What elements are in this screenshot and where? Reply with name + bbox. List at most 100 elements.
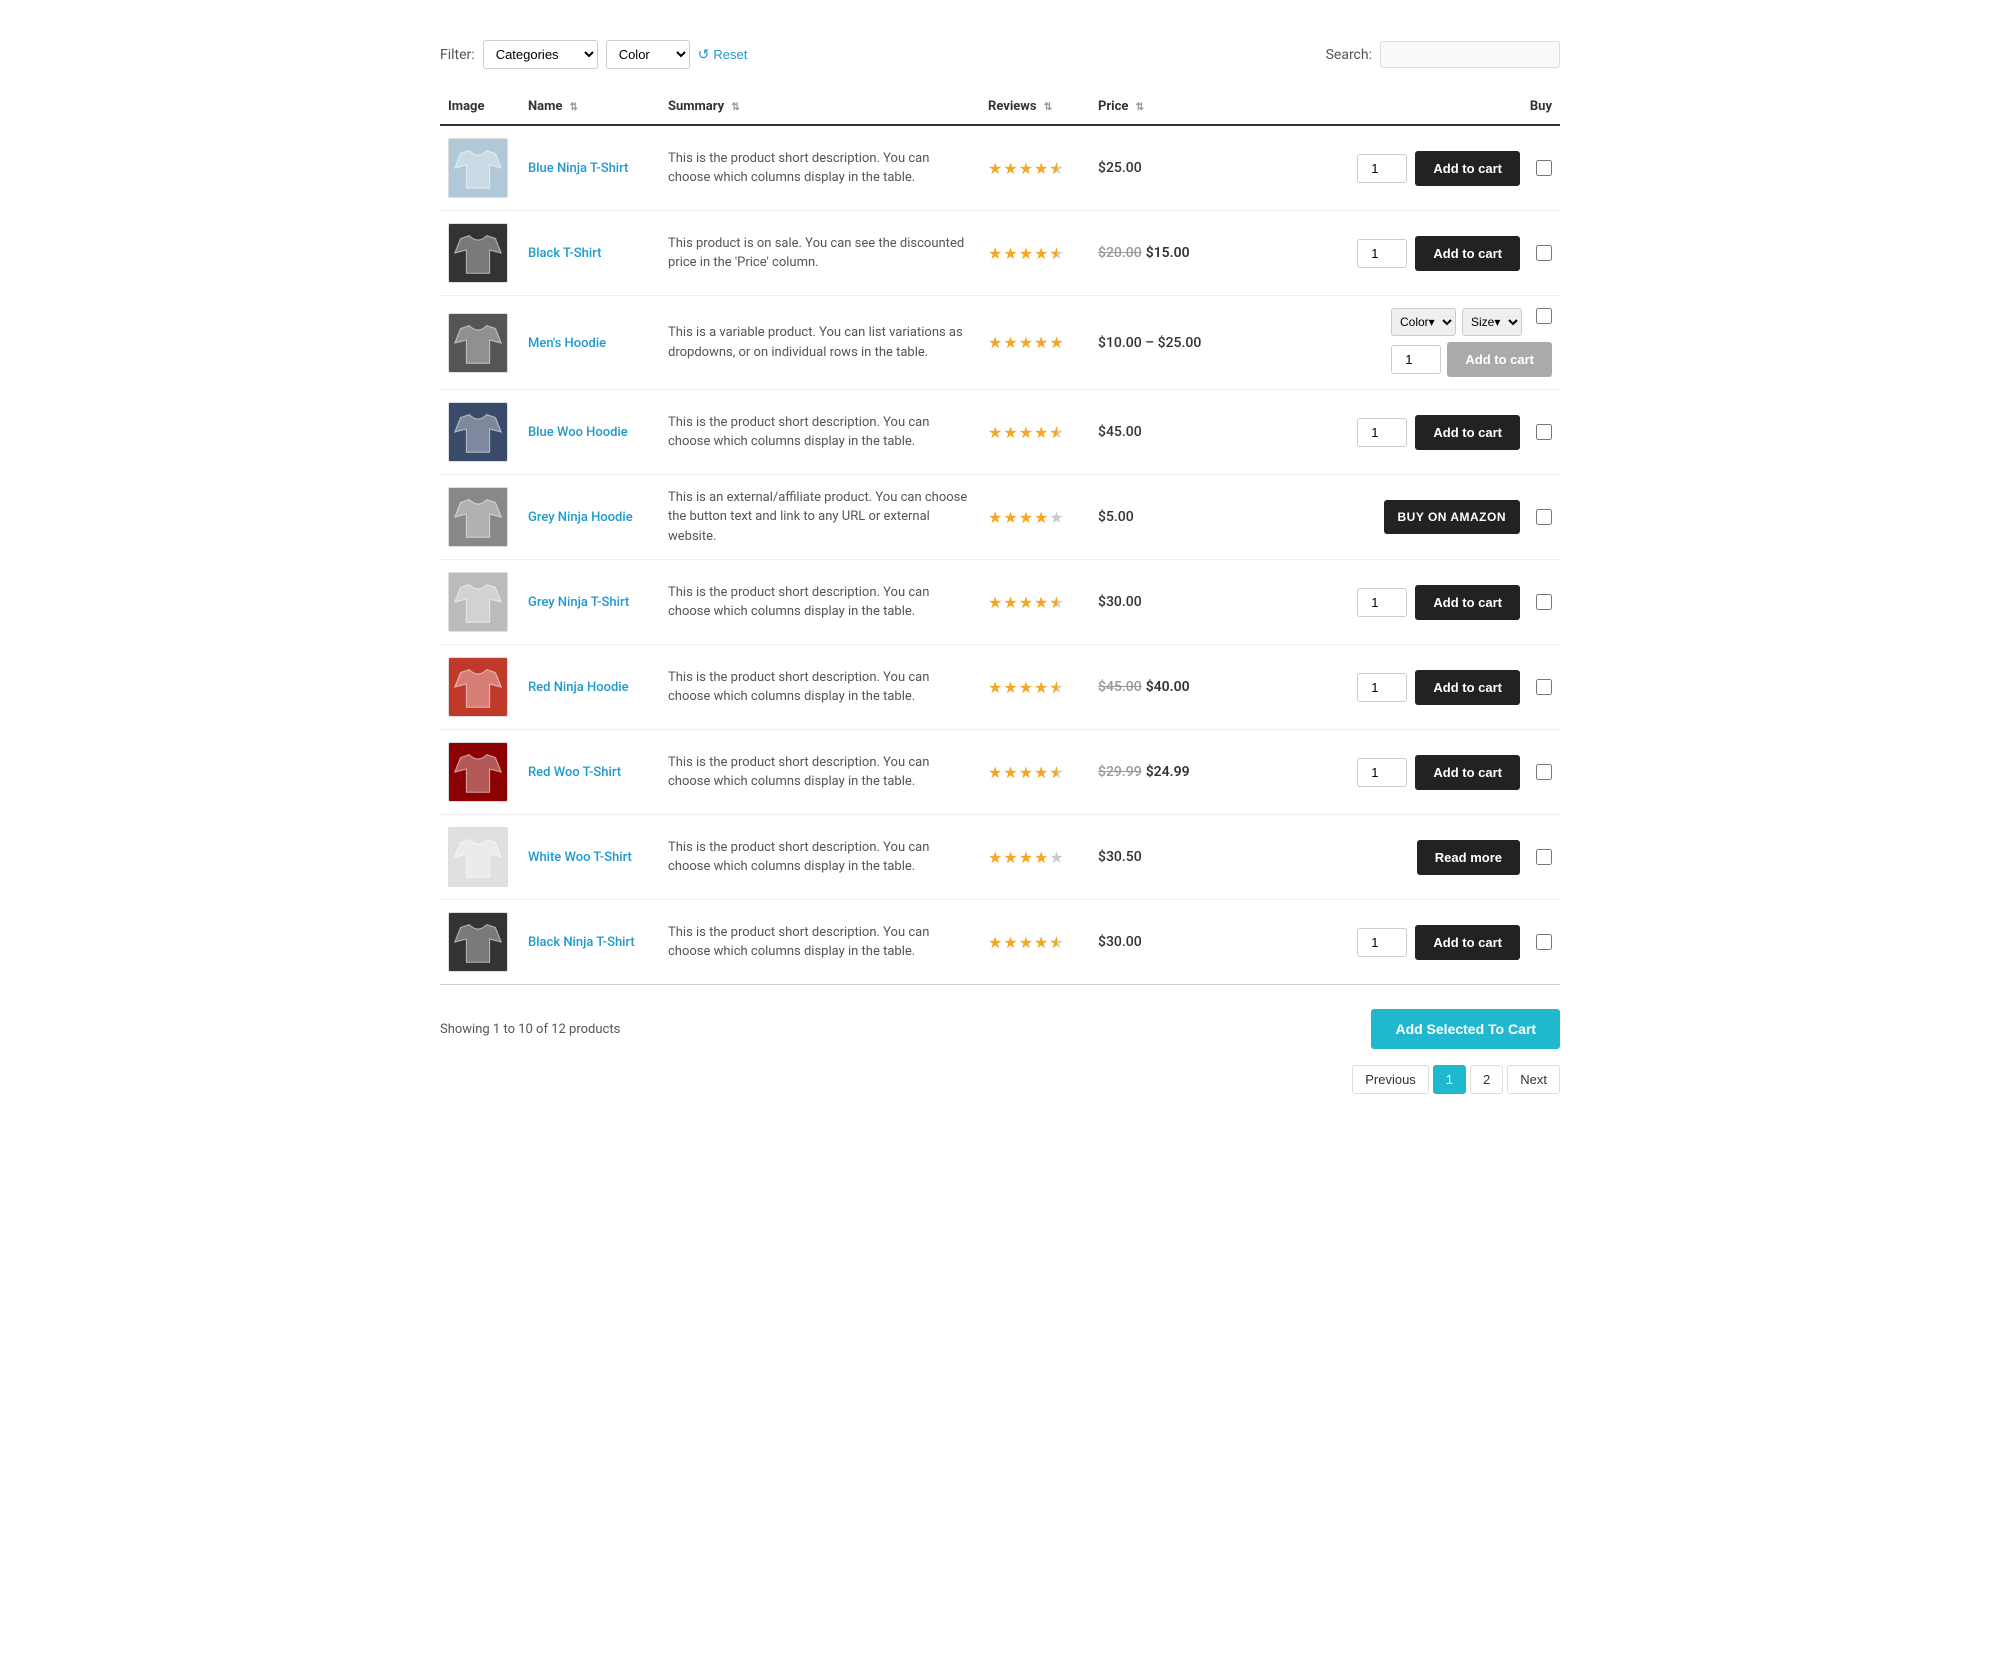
buy-on-amazon-button[interactable]: BUY ON AMAZON xyxy=(1384,500,1521,534)
star-full: ★ xyxy=(1003,508,1017,527)
add-to-cart-button[interactable]: Add to cart xyxy=(1415,415,1520,450)
table-row: Red Woo T-Shirt This is the product short… xyxy=(440,730,1560,815)
header-summary[interactable]: Summary ⇅ xyxy=(660,89,980,125)
header-reviews[interactable]: Reviews ⇅ xyxy=(980,89,1090,125)
quantity-input[interactable] xyxy=(1357,588,1407,617)
product-price-cell: $5.00 xyxy=(1090,475,1210,560)
buy-controls: Add to cart xyxy=(1218,670,1552,705)
table-row: Men's HoodieThis is a variable product. … xyxy=(440,296,1560,390)
size-variation-select[interactable]: Size▾ xyxy=(1462,308,1522,336)
page-2-button[interactable]: 2 xyxy=(1470,1065,1503,1094)
product-name-cell: White Woo T-Shirt xyxy=(520,815,660,900)
variation-selects: Color▾ Size▾ xyxy=(1391,308,1552,336)
row-select-checkbox[interactable] xyxy=(1536,509,1552,525)
row-select-checkbox[interactable] xyxy=(1536,764,1552,780)
buy-controls: Add to cart xyxy=(1218,925,1552,960)
color-select[interactable]: Color xyxy=(606,40,690,69)
quantity-input[interactable] xyxy=(1357,928,1407,957)
add-to-cart-button[interactable]: Add to cart xyxy=(1415,585,1520,620)
categories-select[interactable]: Categories xyxy=(483,40,598,69)
product-image xyxy=(448,572,508,632)
quantity-input[interactable] xyxy=(1357,673,1407,702)
star-full: ★ xyxy=(1034,933,1048,952)
star-full: ★ xyxy=(1003,159,1017,178)
star-full: ★ xyxy=(1034,423,1048,442)
quantity-input[interactable] xyxy=(1357,239,1407,268)
star-full: ★ xyxy=(988,333,1002,352)
product-buy-cell: Add to cart xyxy=(1210,211,1560,296)
product-link[interactable]: Grey Ninja T-Shirt xyxy=(528,595,629,610)
add-to-cart-button[interactable]: Add to cart xyxy=(1415,670,1520,705)
table-row: Blue Woo HoodieThis is the product short… xyxy=(440,390,1560,475)
product-link[interactable]: Red Woo T-Shirt xyxy=(528,765,621,780)
header-name[interactable]: Name ⇅ xyxy=(520,89,660,125)
table-header-row: Image Name ⇅ Summary ⇅ Reviews ⇅ Price ⇅ xyxy=(440,89,1560,125)
add-to-cart-button[interactable]: Add to cart xyxy=(1415,925,1520,960)
add-to-cart-button[interactable]: Add to cart xyxy=(1447,342,1552,377)
product-link[interactable]: Black T-Shirt xyxy=(528,246,601,261)
product-name-cell: Blue Ninja T-Shirt xyxy=(520,125,660,211)
product-link[interactable]: Red Ninja Hoodie xyxy=(528,680,629,695)
star-full: ★ xyxy=(1003,763,1017,782)
row-select-checkbox[interactable] xyxy=(1536,934,1552,950)
product-summary: This is the product short description. Y… xyxy=(668,755,929,790)
star-full: ★ xyxy=(988,593,1002,612)
star-full: ★ xyxy=(1019,933,1033,952)
product-reviews-cell: ★★★★★ xyxy=(980,815,1090,900)
product-summary: This is the product short description. Y… xyxy=(668,670,929,705)
add-to-cart-button[interactable]: Add to cart xyxy=(1415,755,1520,790)
next-page-button[interactable]: Next xyxy=(1507,1065,1560,1094)
product-reviews-cell: ★★★★★★ xyxy=(980,211,1090,296)
star-full: ★ xyxy=(1034,244,1048,263)
table-row: Grey Ninja T-ShirtThis is the product sh… xyxy=(440,560,1560,645)
product-name-cell: Blue Woo Hoodie xyxy=(520,390,660,475)
table-row: White Woo T-ShirtThis is the product sho… xyxy=(440,815,1560,900)
reset-button[interactable]: ↺ Reset xyxy=(698,46,748,63)
table-row: Grey Ninja HoodieThis is an external/aff… xyxy=(440,475,1560,560)
product-price-cell: $20.00$15.00 xyxy=(1090,211,1210,296)
product-summary-cell: This product is on sale. You can see the… xyxy=(660,211,980,296)
product-image-cell xyxy=(440,645,520,730)
row-select-checkbox[interactable] xyxy=(1536,308,1552,324)
product-price: $10.00 – $25.00 xyxy=(1098,335,1201,351)
product-link[interactable]: Men's Hoodie xyxy=(528,336,606,351)
previous-page-button[interactable]: Previous xyxy=(1352,1065,1429,1094)
star-full: ★ xyxy=(1003,933,1017,952)
row-select-checkbox[interactable] xyxy=(1536,679,1552,695)
read-more-button[interactable]: Read more xyxy=(1417,840,1520,875)
star-empty: ★ xyxy=(1049,848,1063,867)
row-select-checkbox[interactable] xyxy=(1536,849,1552,865)
reset-icon: ↺ xyxy=(698,46,710,63)
filter-bar: Filter: Categories Color ↺ Reset Search: xyxy=(440,40,1560,69)
product-summary-cell: This is the product short description. Y… xyxy=(660,125,980,211)
product-price-cell: $25.00 xyxy=(1090,125,1210,211)
product-link[interactable]: Blue Ninja T-Shirt xyxy=(528,161,628,176)
product-price-cell: $45.00$40.00 xyxy=(1090,645,1210,730)
product-link[interactable]: Grey Ninja Hoodie xyxy=(528,510,633,525)
color-variation-select[interactable]: Color▾ xyxy=(1391,308,1456,336)
add-selected-button[interactable]: Add Selected To Cart xyxy=(1371,1009,1560,1049)
row-select-checkbox[interactable] xyxy=(1536,160,1552,176)
product-link[interactable]: White Woo T-Shirt xyxy=(528,850,632,865)
quantity-input[interactable] xyxy=(1357,758,1407,787)
quantity-input[interactable] xyxy=(1357,418,1407,447)
quantity-input[interactable] xyxy=(1391,345,1441,374)
product-price: $45.00$40.00 xyxy=(1098,679,1190,695)
quantity-input[interactable] xyxy=(1357,154,1407,183)
page-1-button[interactable]: 1 xyxy=(1433,1065,1466,1094)
product-price: $25.00 xyxy=(1098,160,1142,176)
add-to-cart-button[interactable]: Add to cart xyxy=(1415,151,1520,186)
row-select-checkbox[interactable] xyxy=(1536,424,1552,440)
product-name-cell: Grey Ninja T-Shirt xyxy=(520,560,660,645)
search-input[interactable] xyxy=(1380,41,1560,68)
original-price: $20.00 xyxy=(1098,245,1142,261)
product-image xyxy=(448,402,508,462)
add-to-cart-button[interactable]: Add to cart xyxy=(1415,236,1520,271)
header-price[interactable]: Price ⇅ xyxy=(1090,89,1210,125)
product-link[interactable]: Blue Woo Hoodie xyxy=(528,425,628,440)
row-select-checkbox[interactable] xyxy=(1536,245,1552,261)
star-full: ★ xyxy=(1019,159,1033,178)
row-select-checkbox[interactable] xyxy=(1536,594,1552,610)
star-full: ★ xyxy=(1003,848,1017,867)
product-link[interactable]: Black Ninja T-Shirt xyxy=(528,935,635,950)
